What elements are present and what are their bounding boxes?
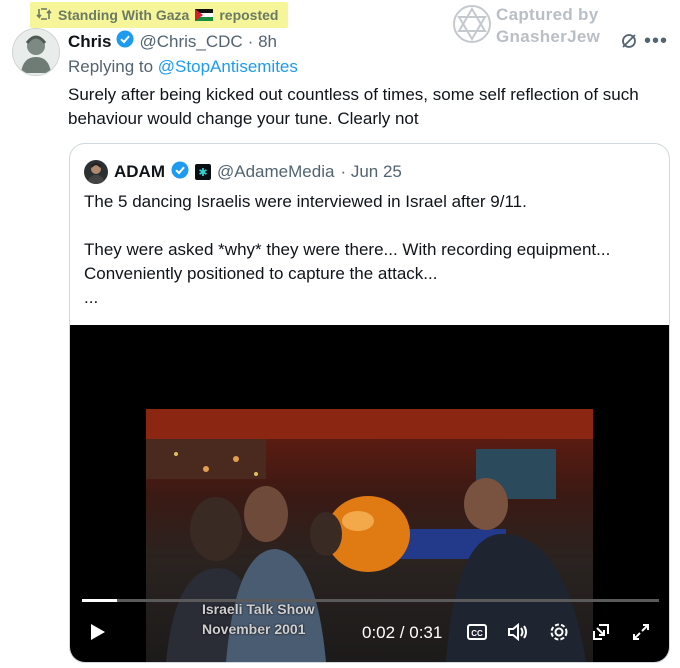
tweet-text: Surely after being kicked out countless … [68, 85, 639, 128]
quoted-author-handle[interactable]: @AdameMedia [217, 162, 334, 182]
fullscreen-icon[interactable] [630, 621, 652, 648]
settings-gear-icon[interactable] [548, 621, 570, 648]
more-options-icon[interactable]: ••• [644, 30, 668, 53]
volume-icon[interactable] [506, 621, 530, 648]
tweet-header: Chris @Chris_CDC · 8h [68, 30, 277, 53]
tweet-time[interactable]: · 8h [248, 32, 277, 52]
repost-user[interactable]: Standing With Gaza [58, 7, 189, 23]
quoted-author-name[interactable]: ADAM [114, 162, 165, 182]
author-handle[interactable]: @Chris_CDC [139, 32, 242, 52]
star-of-david-icon [452, 4, 492, 49]
quoted-date[interactable]: · Jun 25 [340, 162, 401, 182]
replying-prefix: Replying to [68, 57, 154, 76]
palestine-flag-icon [195, 9, 214, 21]
svg-text:CC: CC [471, 629, 483, 638]
watermark: Captured by GnasherJew [452, 4, 600, 49]
repost-label: reposted [219, 7, 279, 23]
video-time: 0:02 / 0:31 [362, 623, 443, 642]
quoted-avatar[interactable] [84, 160, 108, 184]
quoted-line [84, 214, 654, 238]
closed-captions-icon[interactable]: CC [466, 621, 488, 648]
repost-banner: Standing With Gaza reposted [30, 2, 289, 28]
picture-in-picture-icon[interactable] [590, 621, 612, 648]
quoted-line: ... [84, 288, 99, 307]
video-player[interactable]: Israeli Talk Show November 2001 0:02 / 0… [70, 325, 669, 662]
grok-icon[interactable] [620, 32, 638, 55]
video-controls: 0:02 / 0:31 CC [70, 609, 669, 657]
verified-icon [171, 161, 189, 184]
quoted-line: They were asked *why* they were there...… [84, 240, 611, 259]
quoted-text: The 5 dancing Israelis were interviewed … [84, 190, 654, 310]
repost-icon [36, 7, 52, 24]
replying-to: Replying to @StopAntisemites [68, 57, 298, 77]
avatar[interactable] [12, 28, 60, 76]
video-progress-fill [82, 599, 117, 602]
video-progress-bar[interactable] [82, 599, 659, 602]
play-icon[interactable] [86, 621, 108, 648]
affiliate-badge-icon: ✱ [195, 164, 211, 180]
author-name[interactable]: Chris [68, 32, 111, 52]
watermark-line1: Captured by [496, 5, 599, 24]
watermark-line2: GnasherJew [496, 27, 601, 46]
quoted-line: Conveniently positioned to capture the a… [84, 264, 438, 283]
quoted-header: ADAM ✱ @AdameMedia · Jun 25 [84, 160, 402, 184]
replying-to-link[interactable]: @StopAntisemites [158, 57, 298, 76]
quoted-line: The 5 dancing Israelis were interviewed … [84, 192, 527, 211]
verified-icon [116, 30, 134, 53]
quoted-tweet[interactable]: ADAM ✱ @AdameMedia · Jun 25 The 5 dancin… [69, 143, 670, 663]
